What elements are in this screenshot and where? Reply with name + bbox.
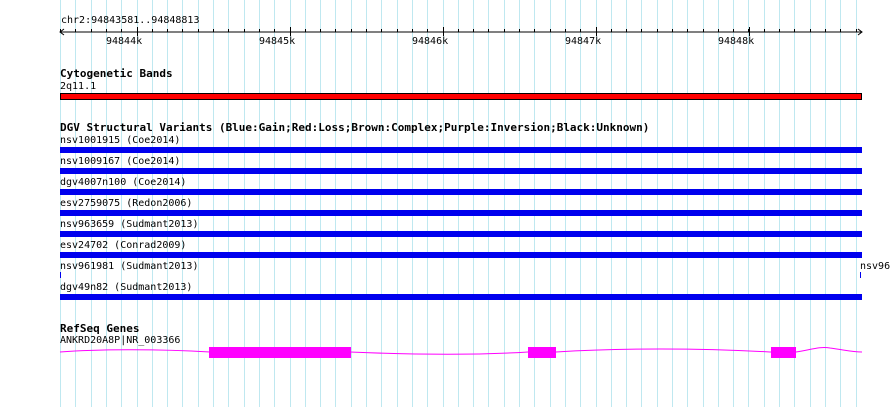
variant-bar[interactable] <box>60 252 862 258</box>
genome-browser-panel: chr2:94843581..94848813 94844k 94845k 94… <box>0 0 890 407</box>
gene-exon[interactable] <box>528 347 556 358</box>
variant-bar[interactable] <box>60 294 862 300</box>
variant-bar[interactable] <box>60 147 862 153</box>
ruler-tick-label: 94844k <box>106 36 143 47</box>
variant-bar[interactable] <box>60 210 862 216</box>
variant-label: esv2759075 (Redon2006) <box>60 198 193 209</box>
variant-bar-start-tick[interactable] <box>60 272 61 278</box>
cytoband-track-title: Cytogenetic Bands <box>60 67 173 80</box>
gene-exon[interactable] <box>209 347 351 358</box>
refseq-track-title: RefSeq Genes <box>60 322 140 335</box>
ruler-tick-label: 94845k <box>259 36 296 47</box>
variant-label: nsv963659 (Sudmant2013) <box>60 219 199 230</box>
dgv-track-title: DGV Structural Variants (Blue:Gain;Red:L… <box>60 121 650 134</box>
ruler-tick-label: 94848k <box>718 36 755 47</box>
variant-bar[interactable] <box>60 189 862 195</box>
variant-label-right: nsv96 <box>860 261 890 272</box>
gene-intron-line <box>59 347 863 355</box>
cytoband-label: 2q11.1 <box>60 81 97 92</box>
cytoband-bar[interactable] <box>60 93 862 100</box>
ruler-tick-label: 94846k <box>412 36 449 47</box>
variant-bar-end-tick[interactable] <box>860 272 861 278</box>
variant-label: dgv49n82 (Sudmant2013) <box>60 282 193 293</box>
variant-bar[interactable] <box>60 168 862 174</box>
variant-label: dgv4007n100 (Coe2014) <box>60 177 187 188</box>
gene-exon[interactable] <box>771 347 796 358</box>
gene-model[interactable] <box>0 340 890 364</box>
variant-label: esv24702 (Conrad2009) <box>60 240 187 251</box>
ruler-tick-label: 94847k <box>565 36 602 47</box>
variant-label: nsv1001915 (Coe2014) <box>60 135 181 146</box>
variant-label: nsv961981 (Sudmant2013) <box>60 261 199 272</box>
variant-bar[interactable] <box>60 231 862 237</box>
variant-label: nsv1009167 (Coe2014) <box>60 156 181 167</box>
